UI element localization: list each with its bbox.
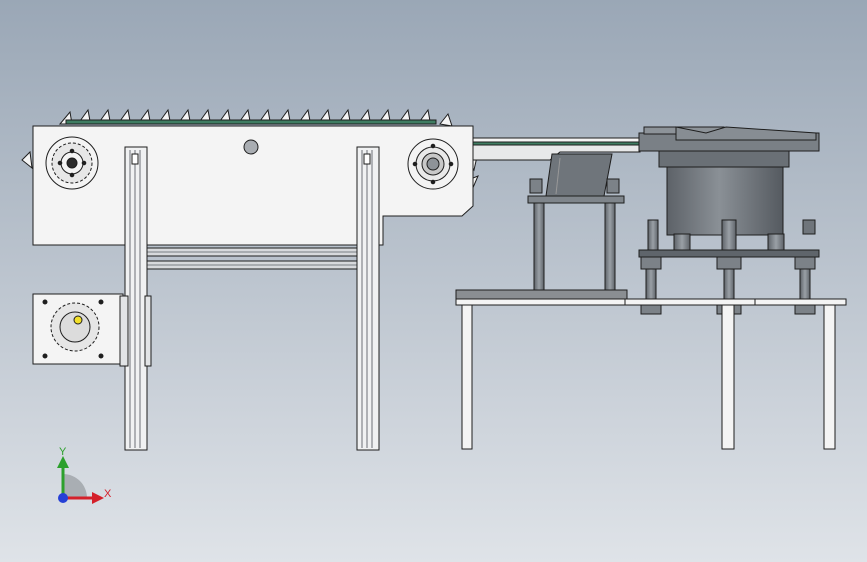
belt-strip — [65, 119, 437, 125]
model-canvas[interactable]: Y X — [0, 0, 867, 562]
idler-roller-right — [407, 138, 459, 190]
cad-viewport[interactable]: Y X — [0, 0, 867, 562]
triad-x-label: X — [104, 488, 112, 500]
side-plate-hole — [243, 139, 259, 155]
triad-y-label: Y — [59, 446, 67, 458]
drive-sprocket-left — [45, 136, 99, 190]
frame-leg-right — [356, 146, 380, 451]
triad-z-axis — [58, 493, 68, 503]
